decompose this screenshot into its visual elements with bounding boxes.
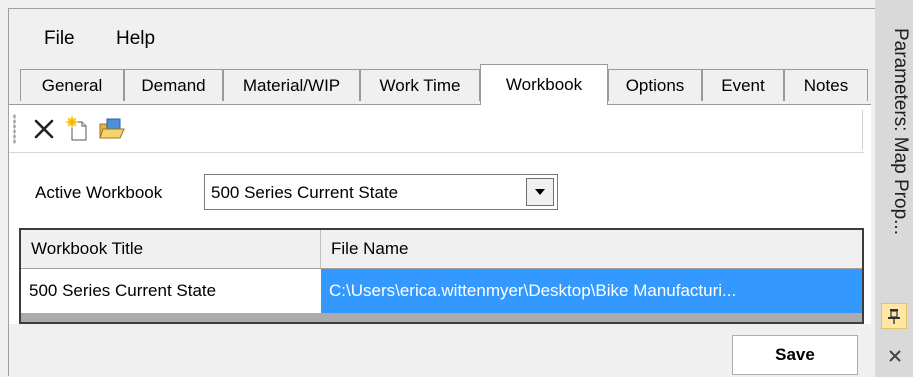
- cell-workbook-title[interactable]: 500 Series Current State: [21, 269, 321, 313]
- tab-material-wip[interactable]: Material/WIP: [223, 69, 360, 101]
- delete-icon: [34, 119, 54, 139]
- side-panel-title[interactable]: Parameters: Map Prop...: [881, 28, 911, 308]
- new-workbook-icon: [66, 116, 87, 141]
- tab-label: General: [41, 75, 103, 95]
- tab-label: Event: [721, 75, 765, 95]
- active-workbook-value: 500 Series Current State: [211, 183, 399, 202]
- tab-general[interactable]: General: [20, 69, 124, 101]
- pin-icon: [888, 309, 900, 324]
- tab-label: Demand: [141, 75, 206, 95]
- tab-label: Workbook: [505, 75, 583, 94]
- tab-label: Work Time: [379, 75, 461, 95]
- dropdown-arrow-button[interactable]: [526, 178, 554, 206]
- tab-workbook[interactable]: Workbook: [480, 64, 608, 105]
- menu-help[interactable]: Help: [116, 28, 155, 50]
- save-button[interactable]: Save: [732, 335, 858, 375]
- toolbar-grip[interactable]: [13, 114, 16, 144]
- menu-file[interactable]: File: [44, 28, 75, 50]
- pin-button[interactable]: [881, 303, 907, 329]
- tab-options[interactable]: Options: [608, 69, 702, 101]
- close-panel-button[interactable]: [883, 344, 907, 368]
- tab-label: Options: [625, 75, 685, 95]
- open-folder-button[interactable]: [97, 114, 127, 144]
- toolbar-divider: [9, 152, 864, 153]
- tab-label: Material/WIP: [242, 75, 341, 95]
- table-row[interactable]: 500 Series Current State C:\Users\erica.…: [21, 269, 862, 313]
- tab-demand[interactable]: Demand: [124, 69, 223, 101]
- active-workbook-label: Active Workbook: [35, 183, 163, 202]
- new-workbook-button[interactable]: [63, 114, 93, 144]
- menu-bar: File Help: [8, 8, 874, 62]
- column-header-workbook-title[interactable]: Workbook Title: [21, 230, 321, 268]
- active-workbook-select[interactable]: 500 Series Current State: [204, 174, 558, 210]
- tab-event[interactable]: Event: [702, 69, 784, 101]
- grid-header: Workbook Title File Name: [21, 230, 862, 269]
- chevron-down-icon: [535, 189, 545, 195]
- cell-file-name[interactable]: C:\Users\erica.wittenmyer\Desktop\Bike M…: [321, 269, 862, 313]
- column-header-file-name[interactable]: File Name: [321, 230, 862, 268]
- workbook-grid: Workbook Title File Name 500 Series Curr…: [19, 228, 864, 324]
- tab-notes[interactable]: Notes: [784, 69, 868, 101]
- toolbar: [9, 106, 864, 152]
- tab-label: Notes: [803, 75, 849, 95]
- close-icon: [889, 350, 901, 362]
- delete-button[interactable]: [29, 114, 59, 144]
- toolbar-edge: [862, 110, 863, 150]
- tab-work-time[interactable]: Work Time: [360, 69, 480, 101]
- open-folder-icon: [99, 118, 125, 139]
- tab-strip: General Demand Material/WIP Work Time Wo…: [8, 64, 874, 105]
